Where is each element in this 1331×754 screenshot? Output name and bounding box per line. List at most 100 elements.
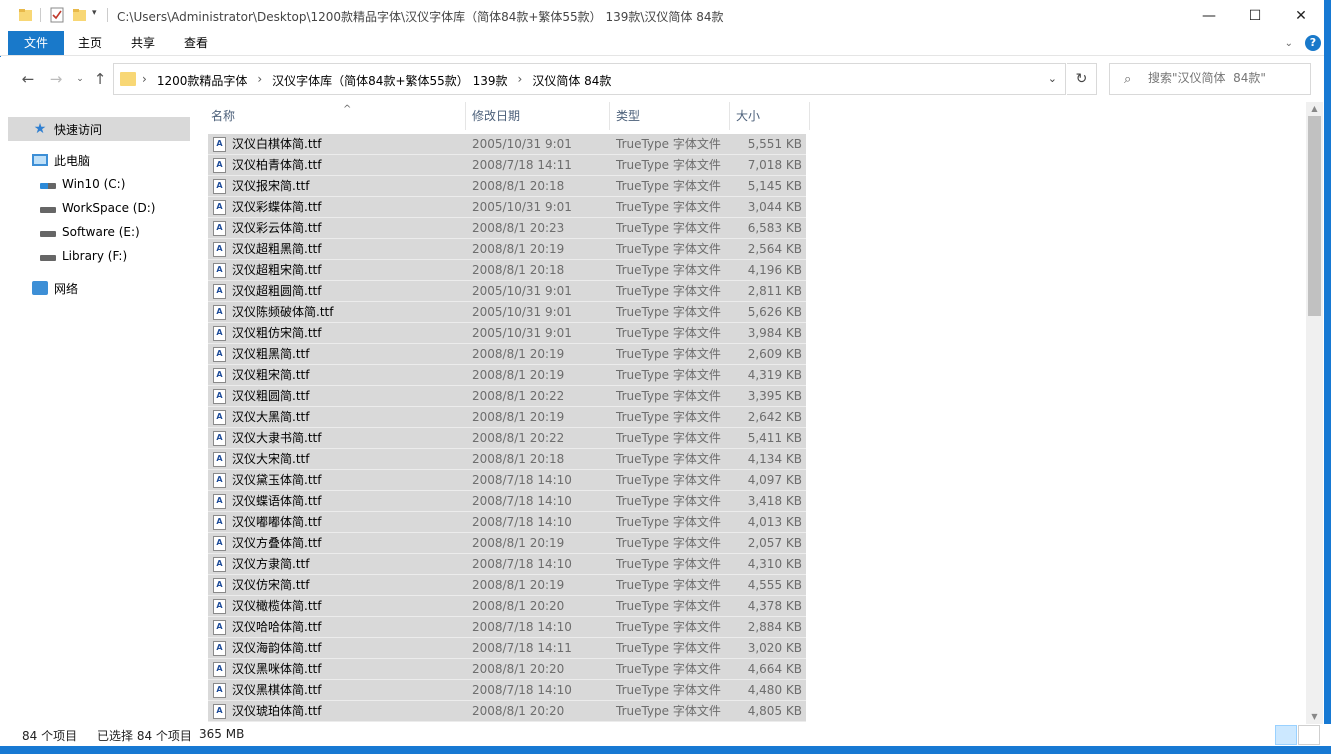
file-row[interactable]: A 汉仪粗圆简.ttf 2008/8/1 20:22 TrueType 字体文件 3,3… bbox=[208, 386, 806, 407]
tab-view[interactable]: 查看 bbox=[172, 31, 220, 55]
tab-file[interactable]: 文件 bbox=[8, 31, 64, 55]
recent-locations-icon[interactable]: ⌄ bbox=[70, 69, 90, 89]
file-date: 2008/8/1 20:18 bbox=[472, 179, 565, 193]
file-row[interactable]: A 汉仪超粗圆简.ttf 2005/10/31 9:01 TrueType 字体文件 2… bbox=[208, 281, 806, 302]
file-row[interactable]: A 汉仪仿宋简.ttf 2008/8/1 20:19 TrueType 字体文件 4,5… bbox=[208, 575, 806, 596]
column-header-type[interactable]: 类型 bbox=[610, 102, 730, 130]
file-row[interactable]: A 汉仪海韵体简.ttf 2008/7/18 14:11 TrueType 字体文件 3… bbox=[208, 638, 806, 659]
new-folder-icon[interactable] bbox=[72, 7, 88, 23]
large-icons-view-icon[interactable] bbox=[1298, 725, 1320, 745]
search-box[interactable]: ⌕ bbox=[1109, 63, 1311, 95]
font-file-icon: A bbox=[213, 683, 226, 698]
navigation-bar: ← → ⌄ ↑ › 1200款精品字体 › 汉仪字体库（简体84款+繁体55款）… bbox=[0, 57, 1331, 102]
file-list-view: ^ 名称 修改日期 类型 大小 A 汉仪白棋体简.ttf 2005/10/31 9:… bbox=[192, 102, 1306, 724]
file-date: 2008/8/1 20:18 bbox=[472, 263, 565, 277]
file-size: 5,626 KB bbox=[747, 305, 802, 319]
file-row[interactable]: A 汉仪大宋简.ttf 2008/8/1 20:18 TrueType 字体文件 4,1… bbox=[208, 449, 806, 470]
sidebar-item-quick-access[interactable]: ★ 快速访问 bbox=[8, 117, 190, 141]
file-row[interactable]: A 汉仪蝶语体简.ttf 2008/7/18 14:10 TrueType 字体文件 3… bbox=[208, 491, 806, 512]
sidebar-item-drive-d[interactable]: WorkSpace (D:) bbox=[8, 196, 190, 220]
file-date: 2005/10/31 9:01 bbox=[472, 200, 572, 214]
file-size: 5,411 KB bbox=[747, 431, 802, 445]
scrollbar-thumb[interactable] bbox=[1308, 116, 1321, 316]
file-row[interactable]: A 汉仪报宋简.ttf 2008/8/1 20:18 TrueType 字体文件 5,1… bbox=[208, 176, 806, 197]
file-type: TrueType 字体文件 bbox=[616, 662, 721, 676]
font-file-icon: A bbox=[213, 557, 226, 572]
font-file-icon: A bbox=[213, 305, 226, 320]
column-header-name[interactable]: ^ 名称 bbox=[205, 102, 466, 130]
tab-home[interactable]: 主页 bbox=[66, 31, 114, 55]
font-file-icon: A bbox=[213, 452, 226, 467]
file-row[interactable]: A 汉仪粗宋简.ttf 2008/8/1 20:19 TrueType 字体文件 4,3… bbox=[208, 365, 806, 386]
breadcrumb-item[interactable]: 汉仪简体 84款 bbox=[532, 72, 611, 89]
file-row[interactable]: A 汉仪彩蝶体简.ttf 2005/10/31 9:01 TrueType 字体文件 3… bbox=[208, 197, 806, 218]
file-date: 2008/7/18 14:10 bbox=[472, 515, 572, 529]
window-border-bottom bbox=[0, 746, 1331, 754]
file-date: 2008/7/18 14:10 bbox=[472, 557, 572, 571]
file-type: TrueType 字体文件 bbox=[616, 305, 721, 319]
file-row[interactable]: A 汉仪超粗宋简.ttf 2008/8/1 20:18 TrueType 字体文件 4,… bbox=[208, 260, 806, 281]
file-row[interactable]: A 汉仪黑棋体简.ttf 2008/7/18 14:10 TrueType 字体文件 4… bbox=[208, 680, 806, 701]
file-row[interactable]: A 汉仪嘟嘟体简.ttf 2008/7/18 14:10 TrueType 字体文件 4… bbox=[208, 512, 806, 533]
file-row[interactable]: A 汉仪方叠体简.ttf 2008/8/1 20:19 TrueType 字体文件 2,… bbox=[208, 533, 806, 554]
sidebar-item-drive-e[interactable]: Software (E:) bbox=[8, 220, 190, 244]
file-row[interactable]: A 汉仪大隶书简.ttf 2008/8/1 20:22 TrueType 字体文件 5,… bbox=[208, 428, 806, 449]
chevron-down-icon[interactable]: ⌄ bbox=[1048, 72, 1057, 85]
file-row[interactable]: A 汉仪黛玉体简.ttf 2008/7/18 14:10 TrueType 字体文件 4… bbox=[208, 470, 806, 491]
vertical-scrollbar[interactable]: ▲ ▼ bbox=[1306, 102, 1323, 724]
sidebar-item-this-pc[interactable]: 此电脑 bbox=[8, 148, 190, 172]
file-row[interactable]: A 汉仪方隶简.ttf 2008/7/18 14:10 TrueType 字体文件 4,… bbox=[208, 554, 806, 575]
address-bar[interactable]: › 1200款精品字体 › 汉仪字体库（简体84款+繁体55款） 139款 › … bbox=[113, 63, 1066, 95]
file-name: 汉仪橄榄体简.ttf bbox=[232, 599, 322, 613]
file-type: TrueType 字体文件 bbox=[616, 368, 721, 382]
file-name: 汉仪仿宋简.ttf bbox=[232, 578, 310, 592]
file-row[interactable]: A 汉仪超粗黑简.ttf 2008/8/1 20:19 TrueType 字体文件 2,… bbox=[208, 239, 806, 260]
sidebar-item-drive-c[interactable]: Win10 (C:) bbox=[8, 172, 190, 196]
sidebar-item-drive-f[interactable]: Library (F:) bbox=[8, 244, 190, 268]
up-icon[interactable]: ↑ bbox=[90, 69, 110, 89]
file-row[interactable]: A 汉仪琥珀体简.ttf 2008/8/1 20:20 TrueType 字体文件 4,… bbox=[208, 701, 806, 722]
file-date: 2008/8/1 20:20 bbox=[472, 662, 565, 676]
file-row[interactable]: A 汉仪彩云体简.ttf 2008/8/1 20:23 TrueType 字体文件 6,… bbox=[208, 218, 806, 239]
file-row[interactable]: A 汉仪大黑简.ttf 2008/8/1 20:19 TrueType 字体文件 2,6… bbox=[208, 407, 806, 428]
close-button[interactable]: ✕ bbox=[1278, 0, 1324, 31]
file-row[interactable]: A 汉仪粗黑简.ttf 2008/8/1 20:19 TrueType 字体文件 2,6… bbox=[208, 344, 806, 365]
expand-ribbon-icon[interactable]: ⌄ bbox=[1285, 38, 1293, 49]
file-row[interactable]: A 汉仪黑咪体简.ttf 2008/8/1 20:20 TrueType 字体文件 4,… bbox=[208, 659, 806, 680]
file-row[interactable]: A 汉仪白棋体简.ttf 2005/10/31 9:01 TrueType 字体文件 5… bbox=[208, 134, 806, 155]
file-row[interactable]: A 汉仪粗仿宋简.ttf 2005/10/31 9:01 TrueType 字体文件 3… bbox=[208, 323, 806, 344]
file-name: 汉仪琥珀体简.ttf bbox=[232, 704, 322, 718]
column-header-date[interactable]: 修改日期 bbox=[466, 102, 610, 130]
customize-toolbar-icon[interactable]: ▾ bbox=[92, 8, 97, 18]
file-row[interactable]: A 汉仪陈频破体简.ttf 2005/10/31 9:01 TrueType 字体文件… bbox=[208, 302, 806, 323]
help-icon[interactable]: ? bbox=[1305, 35, 1321, 51]
breadcrumb-item[interactable]: 1200款精品字体 bbox=[157, 72, 248, 89]
column-header-size[interactable]: 大小 bbox=[730, 102, 810, 130]
scroll-down-icon[interactable]: ▼ bbox=[1306, 710, 1323, 724]
search-input[interactable] bbox=[1148, 71, 1306, 85]
file-type: TrueType 字体文件 bbox=[616, 620, 721, 634]
file-row[interactable]: A 汉仪橄榄体简.ttf 2008/8/1 20:20 TrueType 字体文件 4,… bbox=[208, 596, 806, 617]
file-type: TrueType 字体文件 bbox=[616, 557, 721, 571]
file-row[interactable]: A 汉仪哈哈体简.ttf 2008/7/18 14:10 TrueType 字体文件 2… bbox=[208, 617, 806, 638]
properties-icon[interactable] bbox=[49, 7, 65, 23]
file-size: 4,805 KB bbox=[747, 704, 802, 718]
font-file-icon: A bbox=[213, 368, 226, 383]
details-view-icon[interactable] bbox=[1275, 725, 1297, 745]
scroll-up-icon[interactable]: ▲ bbox=[1306, 102, 1323, 116]
breadcrumb-item[interactable]: 汉仪字体库（简体84款+繁体55款） 139款 bbox=[272, 72, 507, 89]
refresh-icon[interactable]: ↻ bbox=[1067, 63, 1097, 95]
tab-share[interactable]: 共享 bbox=[119, 31, 167, 55]
file-row[interactable]: A 汉仪柏青体简.ttf 2008/7/18 14:11 TrueType 字体文件 7… bbox=[208, 155, 806, 176]
minimize-button[interactable]: — bbox=[1186, 0, 1232, 31]
maximize-button[interactable]: ☐ bbox=[1232, 0, 1278, 31]
forward-icon[interactable]: → bbox=[46, 69, 66, 89]
back-icon[interactable]: ← bbox=[18, 69, 38, 89]
file-date: 2008/8/1 20:20 bbox=[472, 704, 565, 718]
file-name: 汉仪大宋简.ttf bbox=[232, 452, 310, 466]
file-name: 汉仪方隶简.ttf bbox=[232, 557, 310, 571]
sidebar-item-network[interactable]: 网络 bbox=[8, 276, 190, 300]
navigation-pane: ★ 快速访问 此电脑 Win10 (C:) WorkSpace (D:) Sof… bbox=[0, 102, 191, 724]
file-type: TrueType 字体文件 bbox=[616, 347, 721, 361]
font-file-icon: A bbox=[213, 284, 226, 299]
